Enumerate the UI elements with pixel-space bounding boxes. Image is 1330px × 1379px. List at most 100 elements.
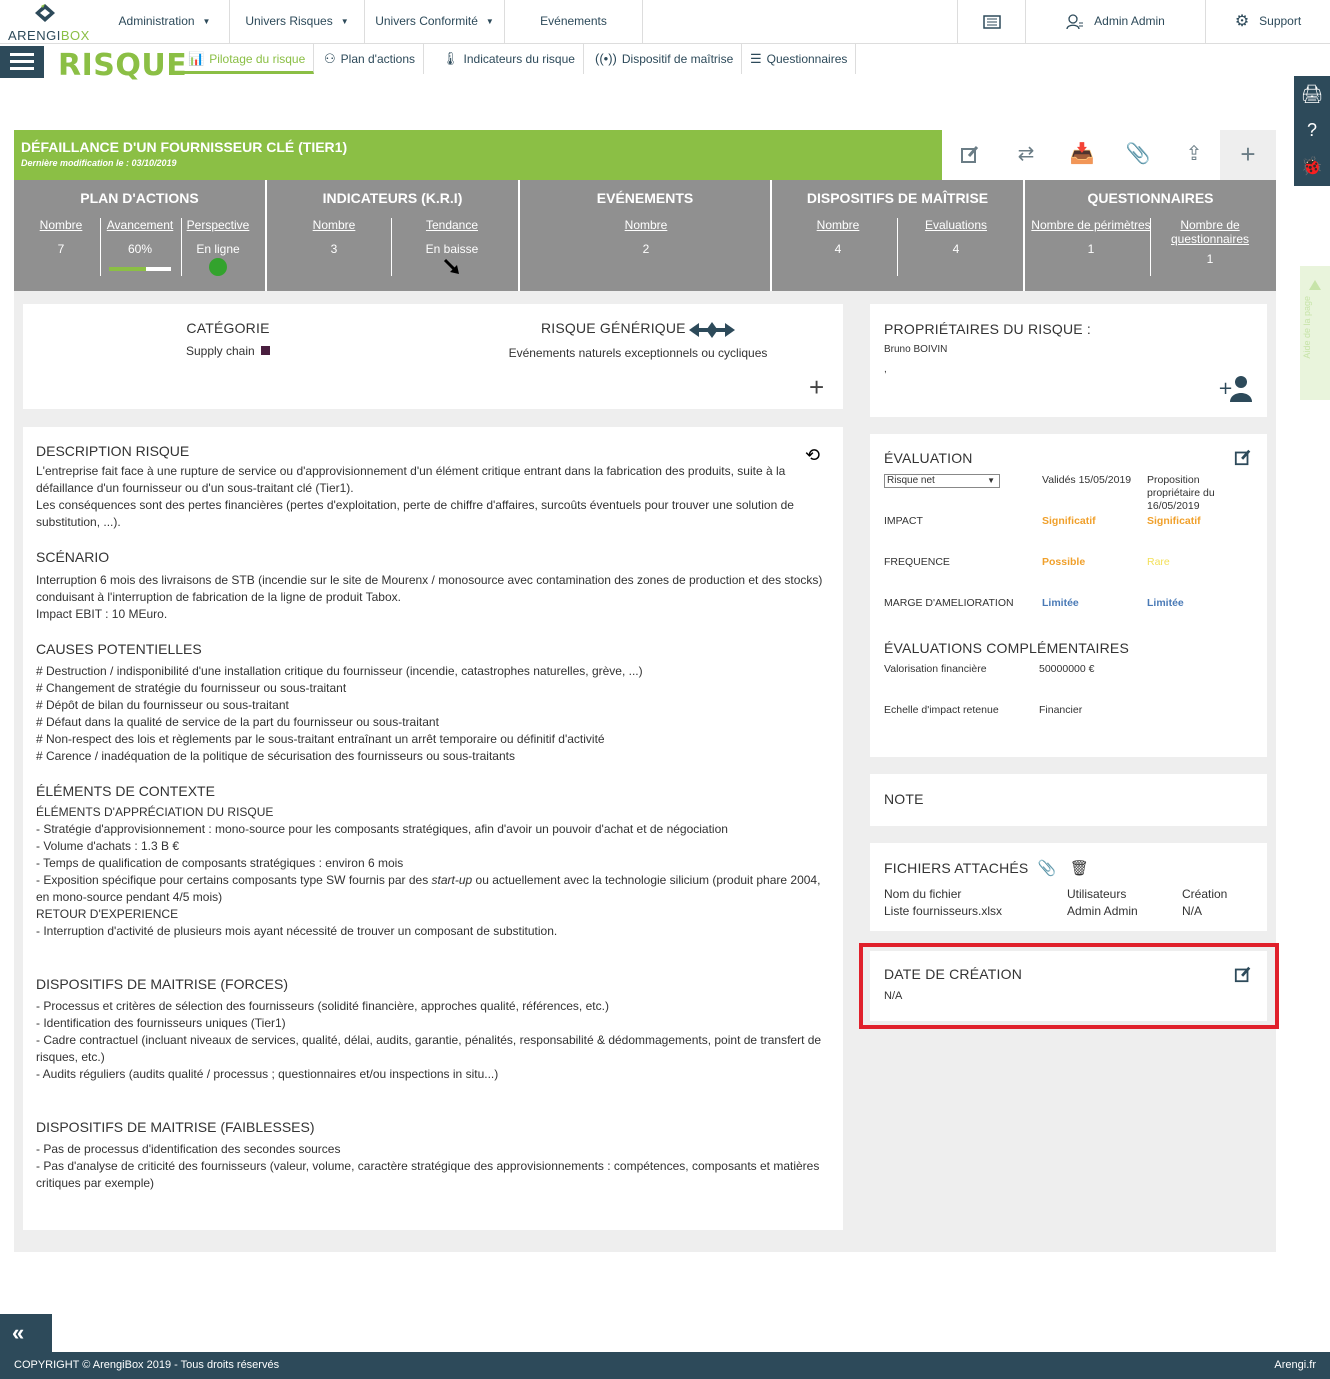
risk-last-modified: Dernière modification le : 03/10/2019 (21, 158, 177, 168)
owners-card: PROPRIÉTAIRES DU RISQUE : Bruno BOIVIN ,… (870, 304, 1267, 417)
context-text: - Temps de qualification de composants s… (36, 856, 404, 870)
kpi-value: 3 (330, 242, 338, 256)
list-item: # Non-respect des lois et règlements par… (36, 732, 605, 746)
kpi-label: Perspective (186, 218, 250, 232)
add-button[interactable]: + (1220, 130, 1276, 180)
category-label: CATÉGORIE (186, 320, 270, 336)
news-button[interactable] (957, 0, 1025, 44)
arrow-up-icon (1309, 280, 1321, 290)
nav-evenements[interactable]: Evénements (505, 0, 643, 44)
side-tools: 🖨 ? 🐞 (1294, 76, 1330, 186)
comp-label: Echelle d'impact retenue (884, 704, 999, 716)
evaluation-col-validated: Validés 15/05/2019 (1042, 474, 1132, 486)
help-pull-tab[interactable]: Aide de la page (1300, 266, 1330, 400)
owner-extra: , (884, 364, 887, 375)
tab-pilotage[interactable]: 📊 Pilotage du risque (180, 44, 315, 74)
kpi-indicateurs-nombre[interactable]: Nombre 3 (301, 218, 367, 256)
tab-dispositif[interactable]: ((•)) Dispositif de maîtrise (587, 44, 743, 74)
kpi-plan-nombre[interactable]: Nombre 7 (36, 218, 86, 256)
comp-label: Valorisation financière (884, 663, 987, 675)
list-item: # Défaut dans la qualité de service de l… (36, 715, 439, 729)
complementary-evaluations-title: ÉVALUATIONS COMPLÉMENTAIRES (884, 640, 1129, 656)
user-menu[interactable]: Admin Admin (1025, 0, 1205, 44)
kpi-evenements-nombre[interactable]: Nombre 2 (616, 218, 676, 256)
add-category-button[interactable]: + (809, 372, 824, 403)
user-icon (1066, 14, 1084, 30)
caret-down-icon: ▼ (987, 476, 995, 485)
support-label: Support (1259, 14, 1302, 28)
note-card[interactable]: NOTE (870, 774, 1267, 826)
owners-label: PROPRIÉTAIRES DU RISQUE : (884, 321, 1091, 337)
nav-univers-conformite[interactable]: Univers Conformité ▼ (365, 0, 505, 44)
archive-button[interactable]: 📥 (1054, 130, 1110, 180)
kpi-nb-questionnaires[interactable]: Nombre de questionnaires 1 (1165, 218, 1255, 266)
kpi-label: Nombre (312, 218, 356, 232)
section-forces-title: DISPOSITIFS DE MAITRISE (FORCES) (36, 976, 289, 992)
history-button[interactable]: ⟲ (805, 445, 820, 466)
attach-button[interactable]: 📎 (1110, 130, 1166, 180)
footer-site-link[interactable]: Arengi.fr (1274, 1352, 1316, 1379)
arengibox-logo[interactable]: ARENGIBOX (8, 2, 89, 43)
context-text: - Exposition spécifique pour certains co… (36, 873, 821, 904)
transfer-button[interactable]: ⇄ (998, 130, 1054, 180)
section-causes-title: CAUSES POTENTIELLES (36, 641, 202, 657)
kpi-indicateurs-title: INDICATEURS (K.R.I) (322, 190, 463, 206)
eval-impact-validated: Significatif (1042, 515, 1096, 527)
description-card: ⟲ DESCRIPTION RISQUE L'entreprise fait f… (23, 427, 843, 1230)
kpi-value: 7 (57, 242, 65, 256)
eval-row-label: MARGE D'AMELIORATION (884, 597, 1014, 609)
kpi-plan-perspective[interactable]: Perspective En ligne (184, 218, 252, 256)
description-text-1: L'entreprise fait face à une rupture de … (36, 464, 786, 495)
logo-diamond-icon (35, 4, 55, 22)
kpi-dispositifs-nombre[interactable]: Nombre 4 (808, 218, 868, 256)
kpi-value: 2 (642, 242, 650, 256)
eval-row-label: IMPACT (884, 515, 923, 527)
perspective-status-dot (209, 258, 227, 276)
evaluation-col-proposition: Proposition propriétaire du 16/05/2019 (1147, 474, 1215, 512)
kpi-questionnaires-title: QUESTIONNAIRES (1087, 190, 1214, 206)
kpi-value: 1 (1087, 242, 1095, 256)
add-owner-button[interactable]: + (1218, 374, 1254, 405)
delete-files-button[interactable]: 🗑 (1070, 860, 1089, 877)
list-item: # Carence / inadéquation de la politique… (36, 749, 515, 763)
collapse-sidebar-button[interactable]: « (0, 1314, 52, 1352)
list-item: - Cadre contractuel (incluant niveaux de… (36, 1033, 822, 1064)
list-item: # Dépôt de bilan du fournisseur ou sous-… (36, 698, 289, 712)
kpi-perimetres[interactable]: Nombre de périmètres 1 (1031, 218, 1151, 256)
edit-evaluation-button[interactable] (1234, 448, 1252, 469)
bug-icon[interactable]: 🐞 (1294, 148, 1330, 184)
eval-frequence-proposed: Rare (1147, 556, 1170, 568)
support-button[interactable]: ⚙ Support (1205, 0, 1330, 44)
kpi-indicateurs-tendance[interactable]: Tendance En baisse (417, 218, 487, 256)
tab-questionnaires[interactable]: ☰ Questionnaires (742, 44, 857, 74)
comp-value: 50000000 € (1039, 663, 1095, 675)
kpi-plan-avancement[interactable]: Avancement 60% (106, 218, 174, 256)
list-item: # Destruction / indisponibilité d'une in… (36, 664, 643, 678)
kpi-label: Nombre (816, 218, 860, 232)
tab-indicateurs[interactable]: 🌡 Indicateurs du risque (434, 44, 584, 74)
edit-icon (961, 146, 979, 163)
scenario-text-1: Interruption 6 mois des livraisons de ST… (36, 573, 823, 604)
kpi-value: 60% (127, 242, 153, 256)
files-card: FICHIERS ATTACHÉS 📎 🗑 Nom du fichier Uti… (870, 843, 1267, 931)
print-icon[interactable]: 🖨 (1294, 76, 1330, 112)
section-scenario-title: SCÉNARIO (36, 549, 110, 565)
nav-univers-risques[interactable]: Univers Risques ▼ (230, 0, 365, 44)
file-name-link[interactable]: Liste fournisseurs.xlsx (884, 904, 1002, 918)
kpi-value: En baisse (425, 242, 479, 256)
files-title: FICHIERS ATTACHÉS (884, 860, 1029, 876)
scenario-text-2: Impact EBIT : 10 MEuro. (36, 607, 168, 621)
menu-toggle-button[interactable] (0, 46, 44, 78)
list-item: - Pas d'analyse de criticité des fournis… (36, 1159, 820, 1190)
attach-file-button[interactable]: 📎 (1038, 860, 1057, 877)
help-icon[interactable]: ? (1294, 112, 1330, 148)
nav-administration[interactable]: Administration ▼ (100, 0, 230, 44)
edit-button[interactable] (942, 130, 998, 180)
tab-plan-actions[interactable]: ⚇ Plan d'actions (316, 44, 424, 74)
evaluation-type-select[interactable]: Risque net ▼ (884, 472, 1000, 488)
list-item: - Audits réguliers (audits qualité / pro… (36, 1067, 499, 1081)
kpi-value: En ligne (196, 242, 240, 256)
category-value-row: Supply chain (23, 344, 433, 358)
export-button[interactable]: ⇪ (1166, 130, 1222, 180)
kpi-dispositifs-evaluations[interactable]: Evaluations 4 (918, 218, 994, 256)
